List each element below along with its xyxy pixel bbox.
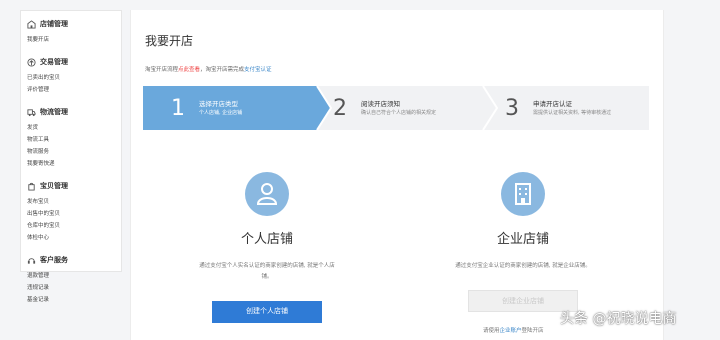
service-icon	[27, 256, 36, 265]
sidebar-item-violations[interactable]: 违规记录	[27, 282, 72, 294]
sidebar-item-open-shop[interactable]: 我要开店	[27, 34, 72, 46]
personal-shop-title: 个人店铺	[240, 232, 293, 247]
sidebar-item-ship[interactable]: 发货	[27, 122, 72, 134]
create-personal-shop-button[interactable]: 创建个人店铺	[212, 301, 322, 323]
step-desc: 确认自己符合个人店铺的相关规定	[361, 109, 437, 116]
sidebar-group-header: 交易管理	[27, 55, 115, 69]
sidebar-item-fund-records[interactable]: 基金记录	[27, 294, 72, 306]
step-number: 3	[505, 95, 519, 121]
goods-icon	[27, 182, 36, 191]
sidebar-item-publish-item[interactable]: 发布宝贝	[27, 196, 72, 208]
sidebar-item-reviews[interactable]: 评价管理	[27, 84, 72, 96]
notice-prefix: 淘宝开店流程	[145, 67, 179, 73]
sidebar-item-refunds[interactable]: 退款管理	[27, 270, 72, 282]
step-3: 3 申请开店认证 需提供认证相关资料, 等待审核通过	[499, 86, 611, 130]
enterprise-login-tip: 请使用企业账户登陆开店	[483, 326, 544, 334]
personal-shop-card: 个人店铺 通过支付宝个人实名认证的商家创建的店铺, 就是个人店铺。 创建个人店铺	[187, 172, 347, 323]
sidebar-group-title: 物流管理	[40, 108, 68, 116]
trade-icon	[27, 57, 36, 67]
sidebar-group-title: 店铺管理	[40, 20, 68, 28]
step-1: 1 选择开店类型 个人店铺, 企业店铺	[165, 86, 242, 130]
step-desc: 个人店铺, 企业店铺	[199, 109, 243, 116]
sidebar-group-trade: 交易管理 已卖出的宝贝 评价管理	[27, 55, 115, 96]
sidebar-group-title: 宝贝管理	[40, 182, 68, 190]
sidebar-item-items-on-sale[interactable]: 出售中的宝贝	[27, 208, 72, 220]
step-number: 2	[333, 95, 347, 121]
step-progress-bar: 1 选择开店类型 个人店铺, 企业店铺 2 阅读开店须知 确认自己符合个人店铺的…	[143, 86, 649, 130]
tip-suffix: 登陆开店	[521, 328, 544, 334]
open-shop-notice: 淘宝开店流程点此查看，淘宝开店需完成支付宝认证	[145, 65, 272, 73]
enterprise-account-link[interactable]: 企业账户	[500, 328, 522, 334]
sidebar-group-header: 客户服务	[27, 253, 115, 267]
sidebar-item-logistics-service[interactable]: 物流服务	[27, 146, 72, 158]
sidebar-group-title: 交易管理	[40, 58, 68, 66]
sidebar-group-header: 店铺管理	[27, 17, 115, 31]
enterprise-shop-desc: 通过支付宝企业认证的商家创建的店铺, 就是企业店铺。	[455, 263, 591, 269]
sidebar-item-check-center[interactable]: 体检中心	[27, 232, 72, 244]
notice-mid: ，淘宝开店需完成	[200, 67, 245, 73]
main-panel: 我要开店 淘宝开店流程点此查看，淘宝开店需完成支付宝认证 1 选择开店类型 个人…	[130, 10, 664, 340]
sidebar-item-send-express[interactable]: 我要寄快递	[27, 158, 72, 170]
personal-shop-desc: 通过支付宝个人实名认证的商家创建的店铺, 就是个人店铺。	[199, 263, 335, 280]
logistics-icon	[27, 108, 36, 117]
sidebar-group-title: 客户服务	[40, 256, 68, 264]
enterprise-shop-title: 企业店铺	[496, 232, 549, 247]
building-icon	[501, 172, 545, 216]
notice-alipay-link[interactable]: 支付宝认证	[244, 67, 272, 73]
sidebar-group-header: 宝贝管理	[27, 179, 115, 193]
sidebar-group-service: 客户服务 退款管理 违规记录 基金记录	[27, 253, 115, 306]
step-2: 2 阅读开店须知 确认自己符合个人店铺的相关规定	[327, 86, 436, 130]
sidebar-group-goods: 宝贝管理 发布宝贝 出售中的宝贝 仓库中的宝贝 体检中心	[27, 179, 115, 244]
sidebar-group-shop: 店铺管理 我要开店	[27, 17, 115, 46]
sidebar-group-logistics: 物流管理 发货 物流工具 物流服务 我要寄快递	[27, 105, 115, 170]
step-title: 申请开店认证	[533, 99, 572, 108]
step-number: 1	[171, 95, 185, 121]
sidebar: 店铺管理 我要开店 交易管理 已卖出的宝贝 评价管理 物流管理 发货 物流工具 …	[20, 10, 122, 303]
watermark: 头条 @祝晓说电商	[560, 311, 677, 327]
person-icon	[245, 172, 289, 216]
tip-prefix: 请使用	[483, 328, 500, 334]
sidebar-item-sold-items[interactable]: 已卖出的宝贝	[27, 72, 72, 84]
sidebar-item-items-in-warehouse[interactable]: 仓库中的宝贝	[27, 220, 72, 232]
step-title: 选择开店类型	[199, 99, 238, 108]
sidebar-group-header: 物流管理	[27, 105, 115, 119]
enterprise-shop-card: 企业店铺 通过支付宝企业认证的商家创建的店铺, 就是企业店铺。 创建企业店铺	[443, 172, 603, 312]
page-title: 我要开店	[145, 34, 194, 48]
shop-icon	[27, 19, 36, 29]
step-desc: 需提供认证相关资料, 等待审核通过	[533, 109, 612, 116]
sidebar-item-logistics-tools[interactable]: 物流工具	[27, 134, 72, 146]
notice-view-link[interactable]: 点此查看	[178, 67, 200, 73]
step-title: 阅读开店须知	[361, 99, 400, 108]
